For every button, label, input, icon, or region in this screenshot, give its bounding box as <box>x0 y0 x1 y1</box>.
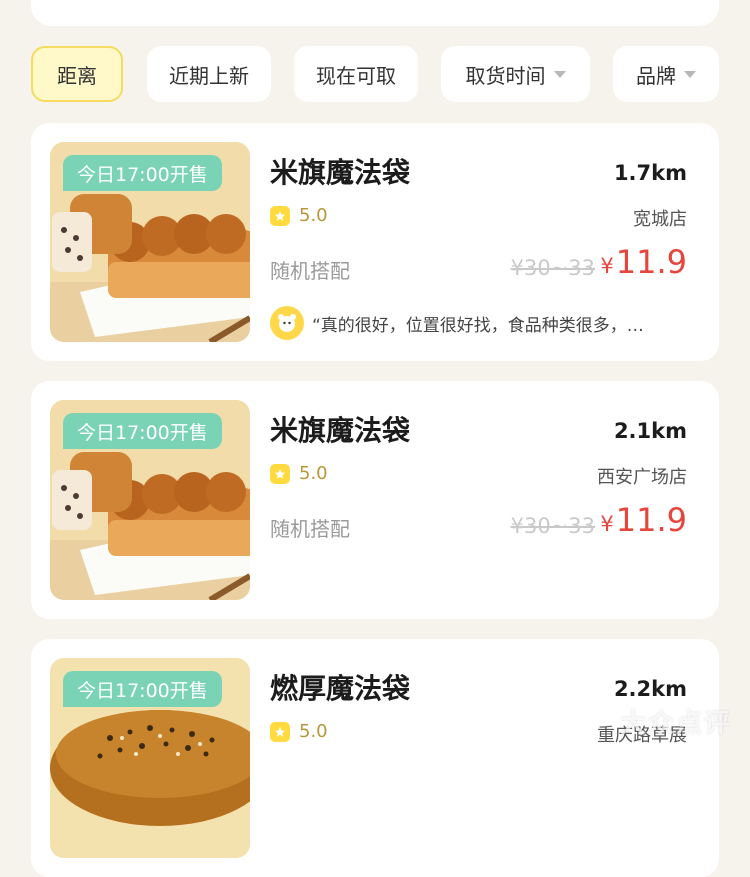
product-title: 燃厚魔法袋 <box>270 672 411 705</box>
price: ¥11.9 <box>600 243 687 281</box>
sale-time-badge: 今日17:00开售 <box>63 413 222 449</box>
filter-label: 取货时间 <box>465 63 546 88</box>
rating-value: 5.0 <box>299 721 328 742</box>
top-card <box>31 0 719 26</box>
distance: 2.2km <box>613 677 687 701</box>
filter-label: 品牌 <box>636 63 676 88</box>
product-card[interactable]: 今日17:00开售 米旗魔法袋 1.7km 5.0 宽城店 随机搭配 ¥30~3… <box>31 123 719 361</box>
product-desc: 随机搭配 <box>270 517 350 541</box>
rating-value: 5.0 <box>299 205 328 226</box>
filter-available-now[interactable]: 现在可取 <box>294 46 418 102</box>
filter-label: 距离 <box>57 63 97 88</box>
watermark-logo: 大众点评 <box>619 709 732 739</box>
price: ¥11.9 <box>600 501 687 539</box>
star-icon <box>270 721 290 742</box>
filter-pickup-time[interactable]: 取货时间 <box>441 46 590 102</box>
filter-label: 现在可取 <box>316 63 396 88</box>
rating: 5.0 <box>270 205 328 226</box>
product-card[interactable]: 今日17:00开售 燃厚魔法袋 2.2km 5.0 重庆路草展 <box>31 639 719 877</box>
currency-symbol: ¥ <box>600 254 614 278</box>
product-image: 今日17:00开售 <box>50 142 250 342</box>
store-name: 宽城店 <box>633 209 687 230</box>
distance: 2.1km <box>613 419 687 443</box>
product-image: 今日17:00开售 <box>50 400 250 600</box>
filter-distance[interactable]: 距离 <box>31 46 123 102</box>
product-desc: 随机搭配 <box>270 259 350 283</box>
filter-brand[interactable]: 品牌 <box>613 46 719 102</box>
filter-new-arrivals[interactable]: 近期上新 <box>147 46 271 102</box>
store-name: 西安广场店 <box>597 467 687 488</box>
original-price: ¥30~33 <box>510 256 595 280</box>
star-icon <box>270 205 290 226</box>
original-price: ¥30~33 <box>510 514 595 538</box>
avatar <box>270 306 304 340</box>
distance: 1.7km <box>613 161 687 185</box>
product-card[interactable]: 今日17:00开售 米旗魔法袋 2.1km 5.0 西安广场店 随机搭配 ¥30… <box>31 381 719 619</box>
product-image: 今日17:00开售 <box>50 658 250 858</box>
sale-time-badge: 今日17:00开售 <box>63 671 222 707</box>
sale-time-badge: 今日17:00开售 <box>63 155 222 191</box>
review-text: “真的很好，位置很好找，食品种类很多，… <box>312 315 644 336</box>
price-value: 11.9 <box>615 243 687 281</box>
rating-value: 5.0 <box>299 463 328 484</box>
rating: 5.0 <box>270 463 328 484</box>
product-title: 米旗魔法袋 <box>270 156 411 189</box>
chevron-down-icon <box>553 70 566 78</box>
chevron-down-icon <box>684 70 696 78</box>
price-value: 11.9 <box>615 501 687 539</box>
rating: 5.0 <box>270 721 328 742</box>
filter-label: 近期上新 <box>169 63 249 88</box>
review-snippet: “真的很好，位置很好找，食品种类很多，… <box>270 306 688 340</box>
currency-symbol: ¥ <box>600 512 614 536</box>
star-icon <box>270 463 290 484</box>
product-title: 米旗魔法袋 <box>270 414 411 447</box>
